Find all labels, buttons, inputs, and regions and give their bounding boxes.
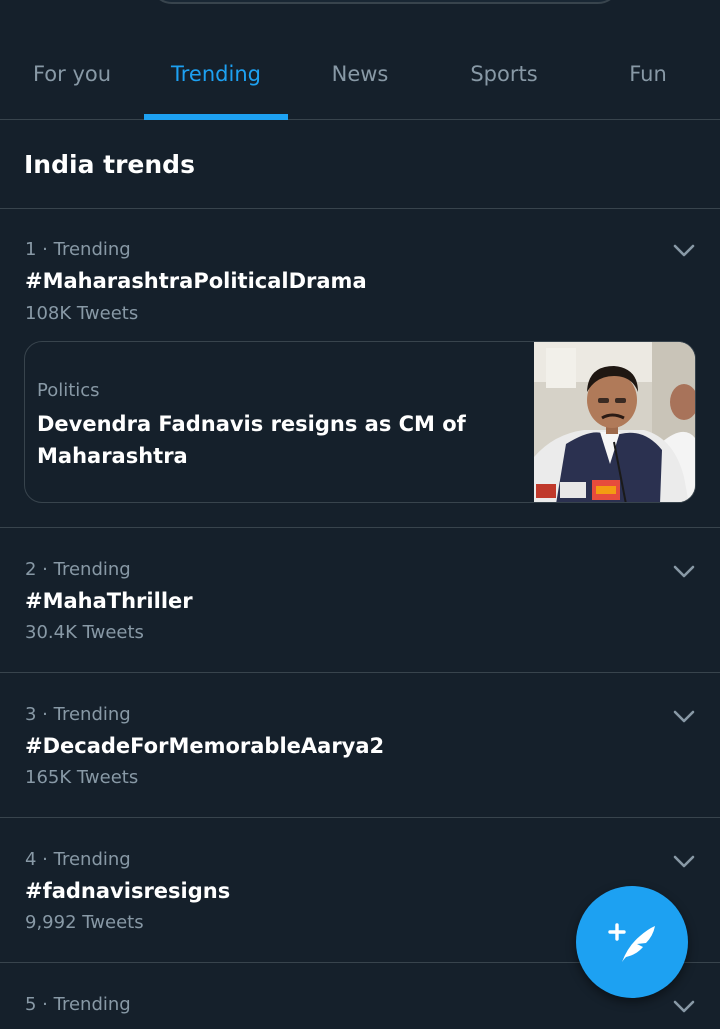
tweet-count: 108K Tweets bbox=[25, 303, 139, 324]
explore-tabs: For you Trending News Sports Fun bbox=[0, 0, 720, 120]
trend-rank-label: 4 · Trending bbox=[25, 849, 131, 870]
tab-for-you[interactable]: For you bbox=[0, 0, 144, 120]
tweet-count: 30.4K Tweets bbox=[25, 622, 144, 643]
chevron-down-icon[interactable] bbox=[672, 239, 696, 263]
trend-rank-label: 3 · Trending bbox=[25, 704, 131, 725]
tab-fun[interactable]: Fun bbox=[576, 0, 720, 120]
chevron-down-icon[interactable] bbox=[672, 995, 696, 1019]
trend-rank-label: 1 · Trending bbox=[25, 239, 131, 260]
news-category: Politics bbox=[37, 380, 100, 401]
tweet-count: 165K Tweets bbox=[25, 767, 139, 788]
trend-item[interactable]: 2 · Trending #MahaThriller 30.4K Tweets bbox=[0, 528, 720, 673]
twitter-explore-screen: For you Trending News Sports Fun India t… bbox=[0, 0, 720, 1029]
news-card[interactable]: Politics Devendra Fadnavis resigns as CM… bbox=[24, 341, 696, 503]
trend-name[interactable]: #DecadeForMemorableAarya2 bbox=[25, 734, 384, 758]
trend-name[interactable]: #MaharashtraPoliticalDrama bbox=[25, 269, 367, 293]
news-headline[interactable]: Devendra Fadnavis resigns as CM of Mahar… bbox=[37, 408, 507, 472]
trend-item[interactable]: 3 · Trending #DecadeForMemorableAarya2 1… bbox=[0, 673, 720, 818]
tab-news[interactable]: News bbox=[288, 0, 432, 120]
trend-rank-label: 5 · Trending bbox=[25, 994, 131, 1015]
compose-tweet-button[interactable] bbox=[576, 886, 688, 998]
compose-tweet-icon bbox=[608, 923, 655, 962]
trend-rank-label: 2 · Trending bbox=[25, 559, 131, 580]
trend-name[interactable]: #MahaThriller bbox=[25, 589, 193, 613]
chevron-down-icon[interactable] bbox=[672, 850, 696, 874]
trend-name[interactable]: #fadnavisresigns bbox=[25, 879, 230, 903]
tab-sports[interactable]: Sports bbox=[432, 0, 576, 120]
chevron-down-icon[interactable] bbox=[672, 560, 696, 584]
active-tab-indicator bbox=[144, 114, 288, 120]
chevron-down-icon[interactable] bbox=[672, 705, 696, 729]
news-thumbnail-image[interactable] bbox=[534, 342, 695, 503]
tab-trending[interactable]: Trending bbox=[144, 0, 288, 120]
section-title: India trends bbox=[24, 150, 195, 179]
tweet-count: 9,992 Tweets bbox=[25, 912, 144, 933]
